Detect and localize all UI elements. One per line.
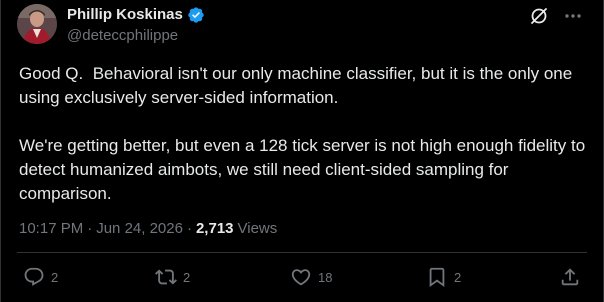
author-handle[interactable]: @deteccphilippe (67, 27, 178, 45)
views-count: 2,713 (195, 220, 234, 237)
verified-badge-icon (187, 6, 205, 24)
bookmark-icon (426, 266, 448, 288)
reply-button[interactable]: 2 (23, 266, 58, 288)
tweet-card: Phillip Koskinas @deteccphilippe Good Q.… (0, 0, 604, 302)
post-meta: 10:17 PM · Jun 24, 2026 · 2,713 Views (19, 220, 277, 238)
share-button[interactable] (559, 266, 581, 288)
divider (17, 252, 587, 253)
post-time[interactable]: 10:17 PM (19, 220, 83, 238)
bookmark-count: 2 (454, 269, 462, 285)
repost-button[interactable]: 2 (155, 266, 190, 288)
repost-count: 2 (183, 269, 191, 285)
views-label: Views (237, 220, 278, 237)
top-actions (529, 6, 583, 26)
reply-count: 2 (51, 269, 59, 285)
post-date[interactable]: Jun 24, 2026 (96, 220, 183, 238)
post-text: Good Q. Behavioral isn't our only machin… (19, 64, 586, 203)
action-bar: 2 2 18 2 (1, 266, 603, 292)
author-display-name[interactable]: Phillip Koskinas (67, 6, 183, 24)
meta-separator: · (87, 220, 93, 237)
like-count: 18 (318, 269, 333, 285)
bookmark-button[interactable]: 2 (426, 266, 461, 288)
reply-icon (23, 266, 45, 288)
share-icon (559, 266, 581, 288)
repost-icon (155, 266, 177, 288)
like-icon (290, 266, 312, 288)
author-name-row: Phillip Koskinas (67, 6, 205, 24)
like-button[interactable]: 18 (290, 266, 332, 288)
grok-icon[interactable] (529, 6, 549, 26)
more-icon[interactable] (563, 6, 583, 26)
meta-separator: · (186, 220, 192, 237)
avatar[interactable] (17, 4, 57, 44)
